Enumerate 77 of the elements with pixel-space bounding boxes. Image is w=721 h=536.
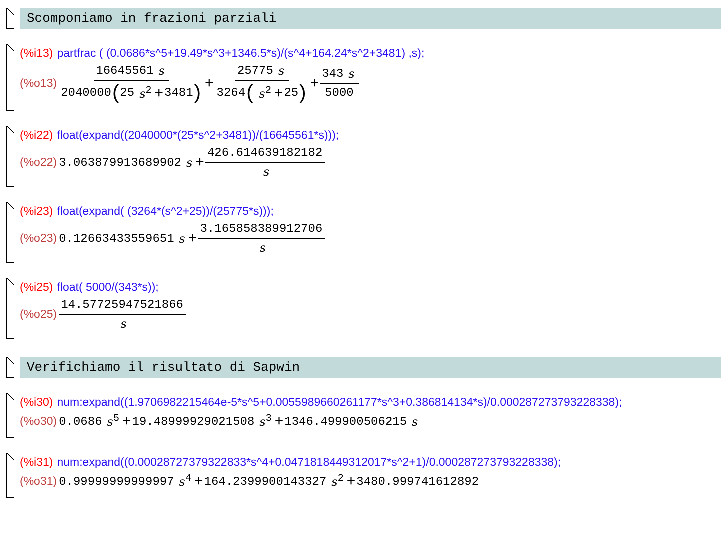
output-label: (%o13) bbox=[20, 78, 58, 90]
math-operator: + bbox=[196, 154, 204, 171]
output-label: (%o22) bbox=[20, 156, 58, 168]
section-heading: Verifichiamo il risultato di Sapwin bbox=[20, 357, 721, 378]
input-code[interactable]: num:expand((0.00028727379322833*s^4+0.0471818449312017*s^2+1)/0.000287273793228338); bbox=[57, 457, 562, 469]
cell-bracket[interactable] bbox=[6, 278, 14, 339]
math-number: 3.165858389912706 bbox=[200, 222, 323, 236]
math-number: 3481 bbox=[164, 86, 194, 100]
math-variable: s bbox=[278, 64, 285, 78]
math-number: 25775 bbox=[237, 64, 274, 78]
math-number: 3.063879913689902 bbox=[59, 156, 182, 170]
cell-bracket[interactable] bbox=[6, 202, 14, 263]
math-number: 164.2399900143327 bbox=[204, 474, 327, 488]
input-code[interactable]: partfrac ( (0.0686*s^5+19.49*s^3+1346.5*s)/(s^4+164.24*s^2+3481) ,s); bbox=[57, 48, 425, 60]
cell-bracket[interactable] bbox=[6, 126, 14, 187]
math-variable: s bbox=[186, 156, 193, 170]
math-number: 19.48999929021508 bbox=[132, 414, 255, 428]
math-variable: s bbox=[179, 232, 186, 246]
input-code[interactable]: num:expand((1.9706982215464e-5*s^5+0.0055989660261177*s^3+0.386814134*s)/0.000287273793228338); bbox=[57, 397, 622, 409]
math-number: 1346.499900506215 bbox=[284, 414, 408, 428]
cell-bracket[interactable] bbox=[6, 44, 14, 111]
math-variable: s$^{2}$ bbox=[332, 474, 344, 489]
input-code[interactable]: float(expand( (3264*(s^2+25))/(25775*s))); bbox=[57, 206, 274, 218]
math-number: 343 bbox=[322, 67, 344, 81]
math-variable: s$^{4}$ bbox=[179, 474, 192, 489]
output-label: (%o31) bbox=[20, 476, 58, 488]
math-number: 2040000 bbox=[61, 86, 112, 100]
math-variable: s$^{2}$ bbox=[259, 86, 272, 100]
math-variable: s bbox=[263, 165, 270, 179]
math-number: 16645561 bbox=[96, 64, 154, 78]
cell-bracket[interactable] bbox=[6, 393, 14, 438]
cell-bracket[interactable] bbox=[6, 453, 14, 498]
math-operator: + bbox=[205, 75, 214, 92]
input-label: (%i13) bbox=[20, 48, 54, 60]
math-operator: + bbox=[274, 413, 284, 430]
math-parenthesis: ) bbox=[194, 83, 202, 103]
math-variable: s bbox=[348, 67, 355, 81]
input-code[interactable]: float( 5000/(343*s)); bbox=[57, 282, 159, 294]
math-number: 25 bbox=[284, 86, 299, 100]
math-variable: s$^{2}$ bbox=[140, 86, 152, 100]
section-heading: Scomponiamo in frazioni parziali bbox=[20, 8, 721, 29]
input-label: (%i30) bbox=[20, 397, 54, 409]
math-number: 25 bbox=[120, 86, 135, 100]
math-operator: + bbox=[346, 473, 356, 490]
math-parenthesis: ) bbox=[300, 83, 306, 103]
input-label: (%i22) bbox=[20, 130, 54, 142]
math-variable: s$^{5}$ bbox=[107, 414, 120, 429]
math-operator: + bbox=[274, 84, 284, 102]
math-variable: s bbox=[412, 414, 418, 428]
math-variable: s bbox=[158, 64, 165, 78]
math-operator: + bbox=[188, 230, 198, 247]
math-number: 5000 bbox=[325, 86, 354, 100]
output-label: (%o23) bbox=[20, 232, 58, 244]
math-number: 426.614639182182 bbox=[207, 146, 323, 160]
cell-bracket[interactable] bbox=[6, 357, 14, 378]
math-number: 0.12663433559651 bbox=[59, 232, 174, 246]
math-number: 0.99999999999997 bbox=[59, 474, 174, 488]
math-operator: + bbox=[194, 473, 204, 490]
math-variable: s bbox=[260, 241, 266, 255]
math-variable: s$^{3}$ bbox=[260, 414, 272, 429]
input-label: (%i31) bbox=[20, 457, 54, 469]
output-label: (%o25) bbox=[20, 308, 58, 320]
math-parenthesis: ( bbox=[112, 83, 120, 103]
math-parenthesis: ( bbox=[246, 83, 254, 103]
output-label: (%o30) bbox=[20, 416, 58, 428]
cell-bracket[interactable] bbox=[6, 8, 14, 29]
math-number: 3264 bbox=[216, 86, 246, 100]
input-code[interactable]: float(expand((2040000*(25*s^2+3481))/(16645561*s))); bbox=[57, 130, 340, 142]
math-number: 3480.999741612892 bbox=[356, 474, 480, 488]
math-number: 0.0686 bbox=[59, 414, 102, 428]
math-operator: + bbox=[154, 84, 164, 102]
math-variable: s bbox=[120, 317, 127, 331]
math-operator: + bbox=[122, 413, 132, 430]
input-label: (%i25) bbox=[20, 282, 54, 294]
math-number: 14.57725947521866 bbox=[61, 298, 184, 312]
math-operator: + bbox=[310, 75, 320, 92]
input-label: (%i23) bbox=[20, 206, 54, 218]
